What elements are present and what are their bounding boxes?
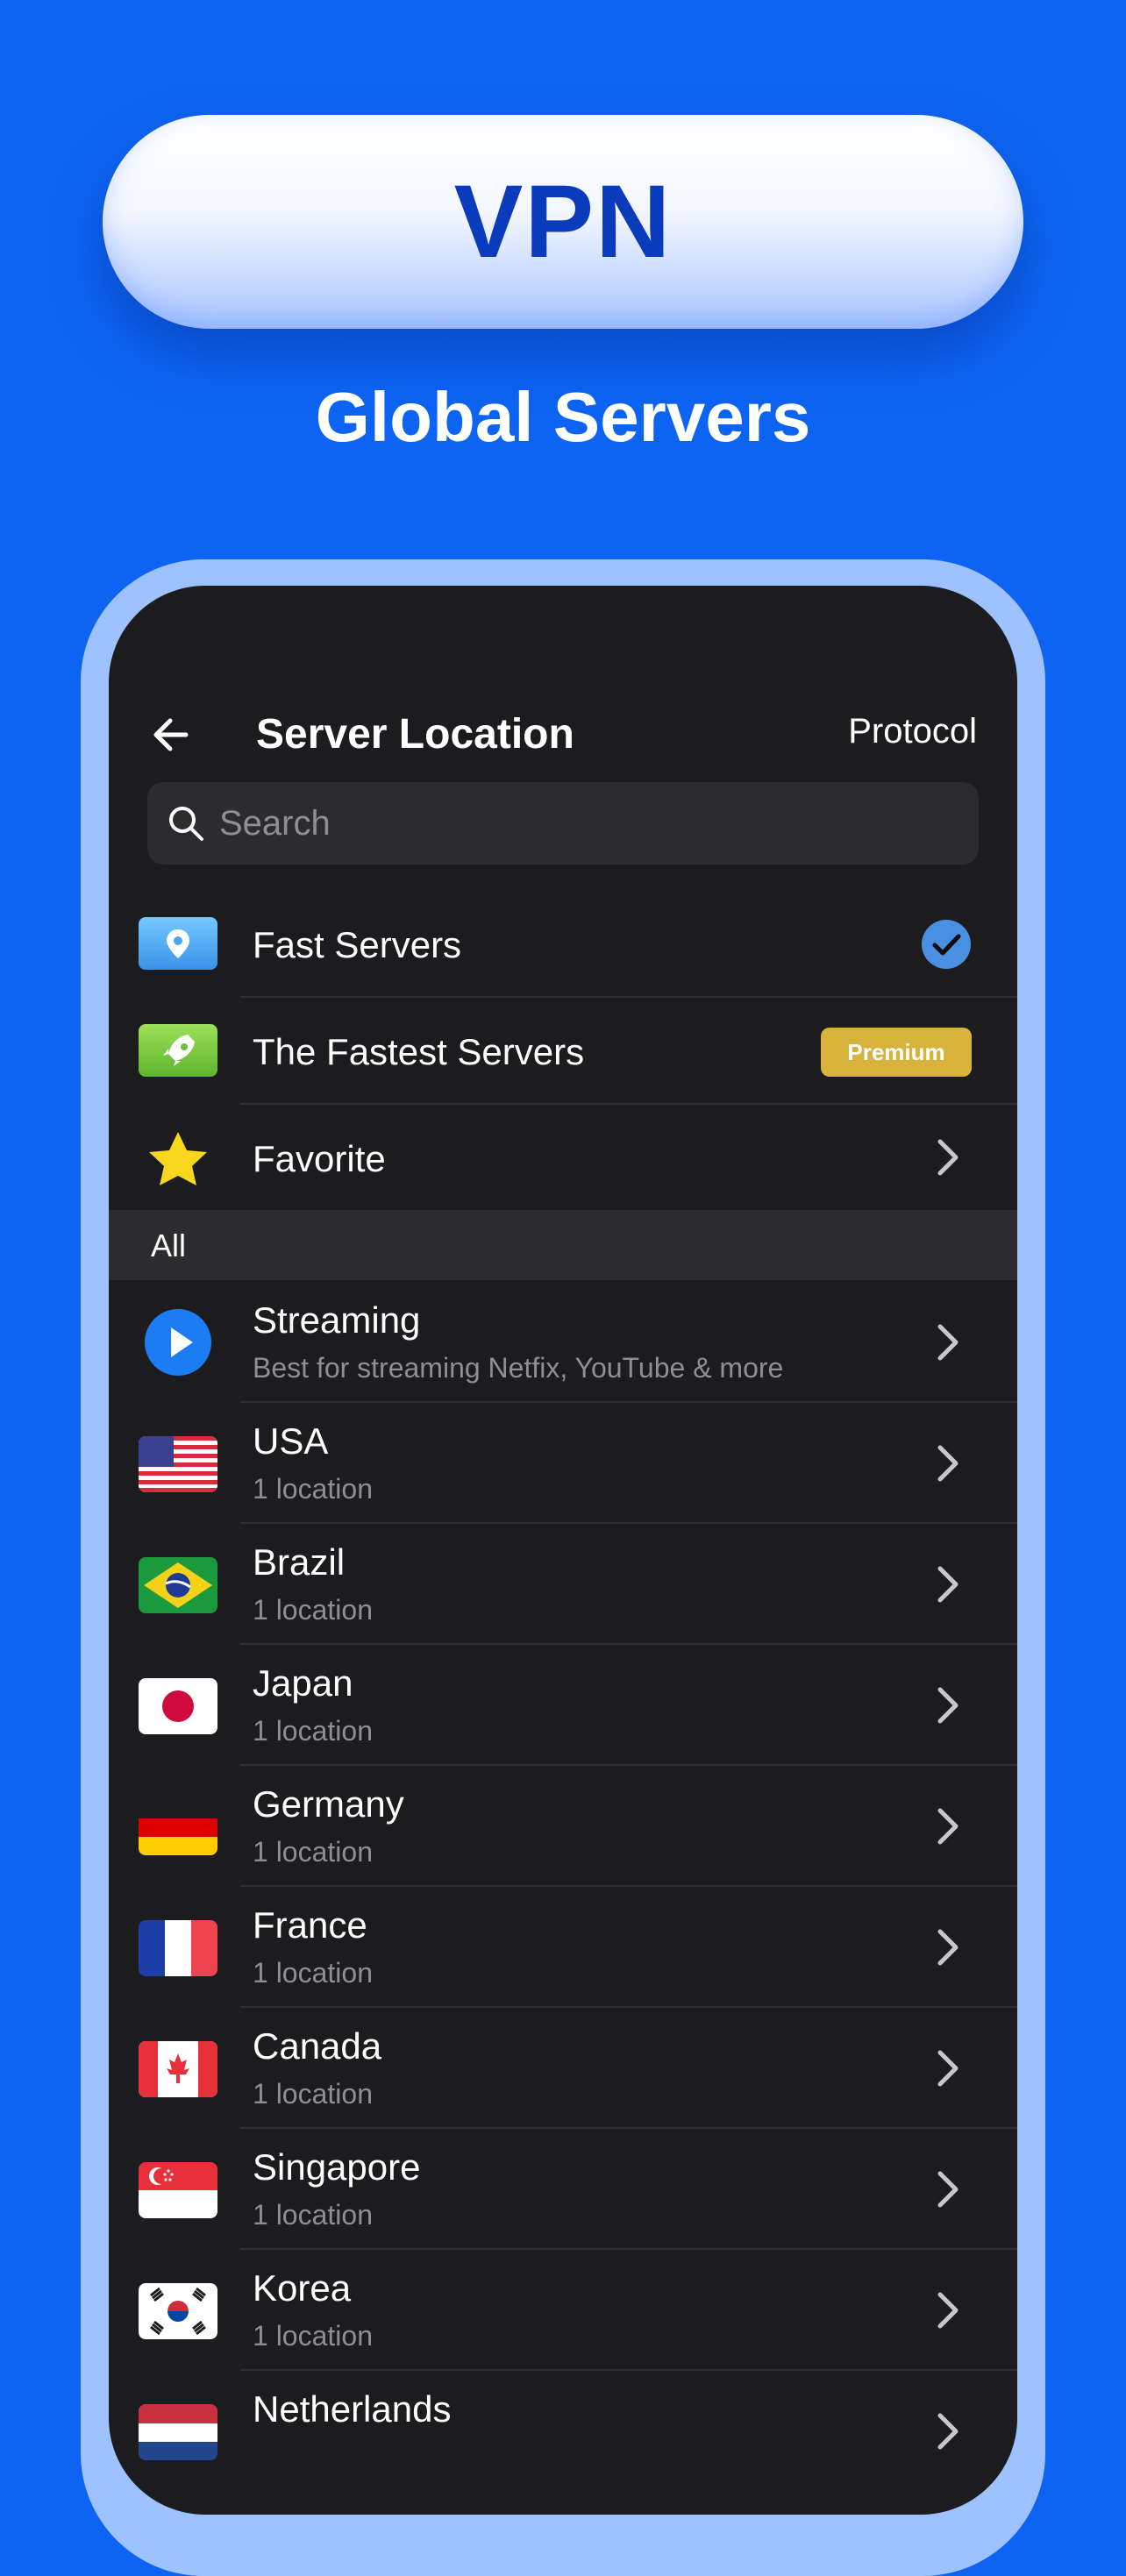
list-item-subtitle: 1 location: [253, 1957, 373, 1989]
list-item-label: Brazil: [253, 1541, 346, 1583]
chevron-right-icon: [937, 2413, 959, 2450]
vpn-pill-banner: VPN: [103, 115, 1023, 329]
list-item-brazil[interactable]: Brazil 1 location: [109, 1524, 1017, 1645]
list-item-label: Japan: [253, 1662, 353, 1704]
chevron-right-icon: [937, 1566, 959, 1603]
list-item-fastest-servers[interactable]: The Fastest Servers Premium: [109, 998, 1017, 1105]
list-item-subtitle: 1 location: [253, 2320, 373, 2352]
list-item-label: USA: [253, 1420, 329, 1462]
list-item-subtitle: 1 location: [253, 1836, 373, 1868]
list-item-germany[interactable]: Germany 1 location: [109, 1766, 1017, 1887]
list-item-label: Favorite: [253, 1138, 386, 1179]
list-item-japan[interactable]: Japan 1 location: [109, 1645, 1017, 1766]
chevron-right-icon: [937, 2171, 959, 2208]
chevron-right-icon: [937, 1808, 959, 1845]
list-item-netherlands[interactable]: Netherlands: [109, 2371, 1017, 2492]
list-item-label: Singapore: [253, 2146, 421, 2188]
chevron-right-icon: [937, 1139, 959, 1176]
list-item-label: Germany: [253, 1783, 404, 1825]
premium-badge: Premium: [821, 1028, 972, 1077]
list-item-usa[interactable]: USA 1 location: [109, 1403, 1017, 1524]
list-item-subtitle: 1 location: [253, 2199, 373, 2231]
rocket-icon: [139, 1024, 217, 1077]
list-item-singapore[interactable]: Singapore 1 location: [109, 2129, 1017, 2250]
list-item-streaming[interactable]: Streaming Best for streaming Netfix, You…: [109, 1282, 1017, 1403]
chevron-right-icon: [937, 1687, 959, 1724]
section-label: All: [151, 1228, 187, 1263]
list-item-label: France: [253, 1904, 367, 1946]
banner-title: VPN: [453, 164, 673, 280]
list-item-label: Canada: [253, 2025, 382, 2067]
protocol-button[interactable]: Protocol: [848, 712, 977, 751]
flag-brazil-icon: [139, 1557, 217, 1613]
list-item-label: Netherlands: [253, 2388, 452, 2430]
list-item-subtitle: 1 location: [253, 1715, 373, 1747]
checkmark-icon: [922, 920, 971, 969]
chevron-right-icon: [937, 1324, 959, 1361]
search-input[interactable]: Search: [147, 782, 979, 865]
chevron-right-icon: [937, 1929, 959, 1966]
chevron-right-icon: [937, 2050, 959, 2087]
flag-germany-icon: [139, 1799, 217, 1855]
search-placeholder: Search: [219, 803, 331, 843]
page-title: Server Location: [256, 711, 574, 758]
list-item-canada[interactable]: Canada 1 location: [109, 2008, 1017, 2129]
list-item-fast-servers[interactable]: Fast Servers: [109, 891, 1017, 998]
list-item-subtitle: 1 location: [253, 1594, 373, 1626]
flag-korea-icon: [139, 2283, 217, 2339]
flag-netherlands-icon: [139, 2404, 217, 2460]
back-arrow-icon[interactable]: [147, 710, 196, 759]
list-item-label: Fast Servers: [253, 924, 462, 965]
list-item-label: Korea: [253, 2267, 352, 2309]
flag-france-icon: [139, 1920, 217, 1976]
chevron-right-icon: [937, 2292, 959, 2329]
star-icon: [149, 1132, 207, 1185]
list-item-korea[interactable]: Korea 1 location: [109, 2250, 1017, 2371]
flag-canada-icon: [139, 2041, 217, 2097]
list-item-subtitle: 1 location: [253, 2078, 373, 2110]
list-item-subtitle: Best for streaming Netfix, YouTube & mor…: [253, 1352, 784, 1384]
list-item-label: Streaming: [253, 1299, 421, 1341]
banner-tagline: Global Servers: [315, 378, 811, 456]
list-item-label: The Fastest Servers: [253, 1031, 585, 1072]
search-icon: [169, 807, 203, 841]
play-icon: [145, 1309, 211, 1376]
list-item-favorite[interactable]: Favorite: [109, 1105, 1017, 1212]
flag-japan-icon: [139, 1678, 217, 1734]
chevron-right-icon: [937, 1445, 959, 1482]
flag-singapore-icon: [139, 2162, 217, 2218]
phone-screen: Server Location Protocol Search Fast Ser…: [109, 586, 1017, 2515]
list-item-subtitle: 1 location: [253, 1473, 373, 1505]
section-header-all: All: [109, 1210, 1017, 1280]
flag-usa-icon: [139, 1436, 217, 1492]
nav-bar: Server Location Protocol: [109, 691, 1017, 779]
list-item-france[interactable]: France 1 location: [109, 1887, 1017, 2008]
location-pin-icon: [139, 917, 217, 970]
